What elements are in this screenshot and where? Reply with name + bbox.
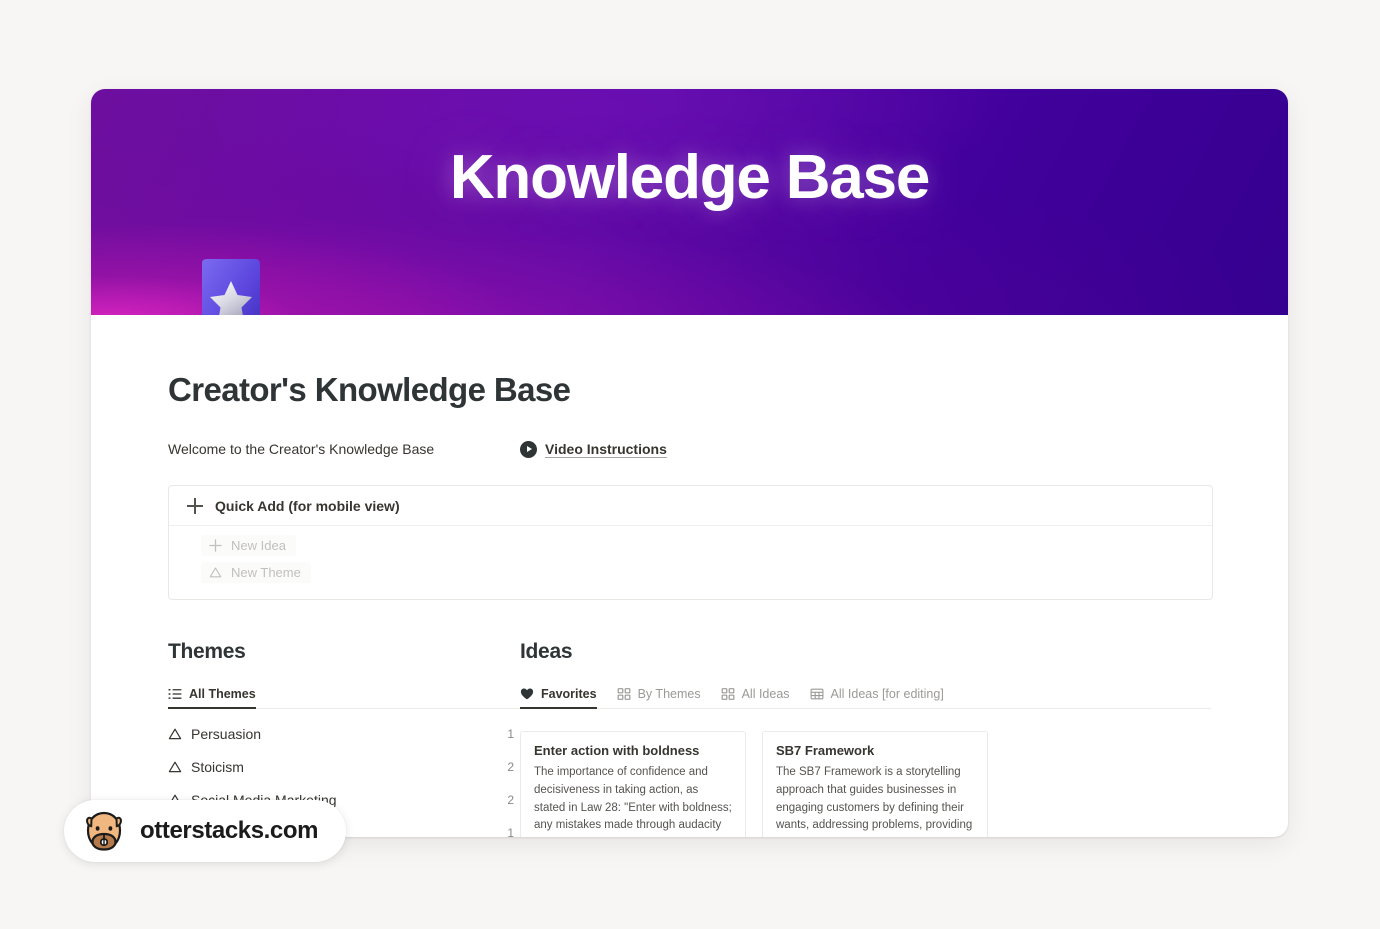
theme-count: 1 — [507, 726, 514, 741]
ideas-tab-bar: Favorites By Themes All Ideas All Ideas … — [520, 680, 1211, 709]
tab-all-ideas-label: All Ideas — [741, 687, 790, 701]
tab-all-themes[interactable]: All Themes — [168, 687, 256, 709]
otter-avatar-icon — [86, 811, 122, 851]
tab-all-ideas-for-editing[interactable]: All Ideas [for editing] — [810, 687, 944, 708]
quick-add-title: Quick Add (for mobile view) — [215, 498, 400, 514]
list-icon — [168, 689, 182, 699]
ideas-heading: Ideas — [520, 640, 573, 663]
tab-all-ideas-for-editing-label: All Ideas [for editing] — [830, 687, 944, 701]
gallery-icon — [617, 688, 630, 700]
page-content: Creator's Knowledge Base Welcome to the … — [91, 371, 1288, 837]
quick-add-buttons: New Idea New Theme — [169, 526, 1212, 589]
ideas-column: Ideas Favorites By Themes All Ideas All … — [520, 640, 1211, 837]
tab-by-themes-label: By Themes — [637, 687, 701, 701]
triangle-icon — [209, 567, 222, 578]
new-idea-button[interactable]: New Idea — [201, 535, 296, 556]
video-instructions-link[interactable]: Video Instructions — [520, 440, 667, 458]
triangle-icon — [168, 728, 182, 739]
plus-icon — [187, 498, 203, 514]
themes-heading: Themes — [168, 640, 246, 663]
new-idea-label: New Idea — [231, 538, 286, 553]
otterstacks-watermark-label: otterstacks.com — [140, 817, 319, 844]
plus-icon — [209, 539, 222, 552]
ideas-card-grid: Enter action with boldness The importanc… — [520, 731, 1211, 837]
tab-all-ideas[interactable]: All Ideas — [721, 687, 790, 708]
tab-by-themes[interactable]: By Themes — [617, 687, 701, 708]
tab-all-themes-label: All Themes — [189, 687, 256, 701]
quick-add-panel: Quick Add (for mobile view) New Idea New… — [168, 485, 1213, 600]
page-subtitle: Welcome to the Creator's Knowledge Base — [168, 441, 435, 457]
theme-count: 2 — [507, 759, 514, 774]
video-instructions-label: Video Instructions — [545, 441, 667, 457]
idea-card[interactable]: Enter action with boldness The importanc… — [520, 731, 746, 837]
tab-favorites-label: Favorites — [541, 687, 597, 701]
triangle-icon — [168, 761, 182, 772]
theme-row[interactable]: Persuasion 1 — [168, 721, 520, 746]
theme-count: 1 — [507, 825, 514, 838]
new-theme-label: New Theme — [231, 565, 301, 580]
hero-banner: Knowledge Base — [91, 89, 1288, 315]
tab-favorites[interactable]: Favorites — [520, 687, 597, 709]
app-window: Knowledge Base Creator's Knowledge Base … — [91, 89, 1288, 837]
idea-card-title: SB7 Framework — [776, 743, 875, 758]
page-title: Creator's Knowledge Base — [168, 371, 571, 408]
heart-icon — [520, 688, 534, 700]
bookmark-star-icon — [202, 259, 260, 315]
otterstacks-watermark[interactable]: otterstacks.com — [64, 800, 347, 862]
play-circle-icon — [520, 440, 537, 458]
table-icon — [810, 688, 823, 700]
idea-card[interactable]: SB7 Framework The SB7 Framework is a sto… — [762, 731, 988, 837]
theme-name: Persuasion — [191, 725, 262, 742]
theme-count: 2 — [507, 792, 514, 807]
subtitle-row: Welcome to the Creator's Knowledge Base … — [168, 439, 1211, 459]
theme-row[interactable]: Stoicism 2 — [168, 754, 520, 779]
quick-add-header[interactable]: Quick Add (for mobile view) — [169, 486, 1212, 526]
gallery-icon — [721, 688, 734, 700]
new-theme-button[interactable]: New Theme — [201, 562, 311, 583]
hero-banner-title: Knowledge Base — [449, 143, 931, 212]
idea-card-title: Enter action with boldness — [534, 743, 700, 758]
idea-card-description: The importance of confidence and decisiv… — [534, 766, 732, 832]
themes-tab-bar: All Themes — [168, 680, 520, 709]
idea-card-description: The SB7 Framework is a storytelling appr… — [776, 766, 973, 832]
theme-name: Stoicism — [191, 758, 244, 775]
